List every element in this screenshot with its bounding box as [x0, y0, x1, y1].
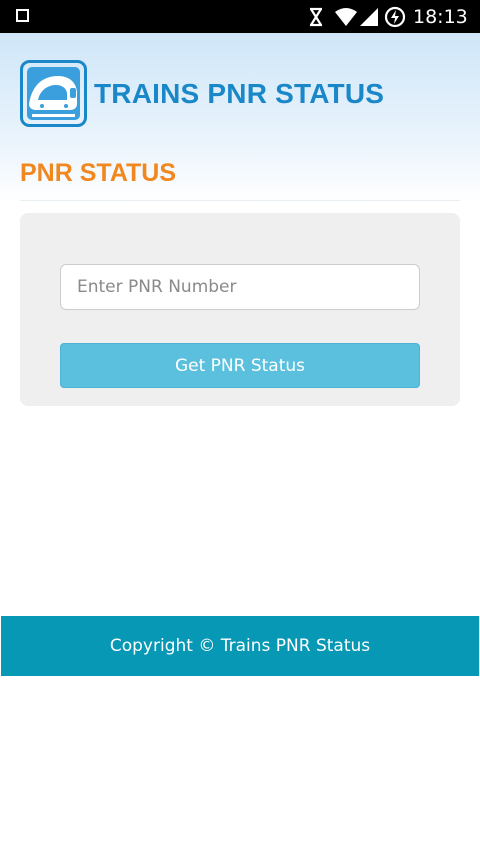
- wifi-icon: [335, 8, 357, 26]
- sync-icon: [310, 7, 322, 27]
- pnr-number-input[interactable]: [60, 264, 420, 310]
- signal-icon: [360, 8, 378, 26]
- square-icon: [16, 9, 29, 22]
- status-bar: 18:13: [0, 0, 480, 33]
- pnr-form-card: Get PNR Status: [20, 213, 460, 406]
- copyright-text: Copyright © Trains PNR Status: [109, 636, 371, 656]
- train-icon: [20, 60, 87, 127]
- get-pnr-status-button[interactable]: Get PNR Status: [60, 343, 420, 388]
- footer: Copyright © Trains PNR Status: [1, 616, 479, 676]
- status-time: 18:13: [413, 6, 468, 28]
- page-title: PNR STATUS: [20, 159, 177, 187]
- app-header: TRAINS PNR STATUS PNR STATUS: [0, 33, 480, 203]
- data-saver-icon: [384, 6, 406, 28]
- app-title: TRAINS PNR STATUS: [94, 78, 385, 109]
- header-divider: [20, 200, 460, 201]
